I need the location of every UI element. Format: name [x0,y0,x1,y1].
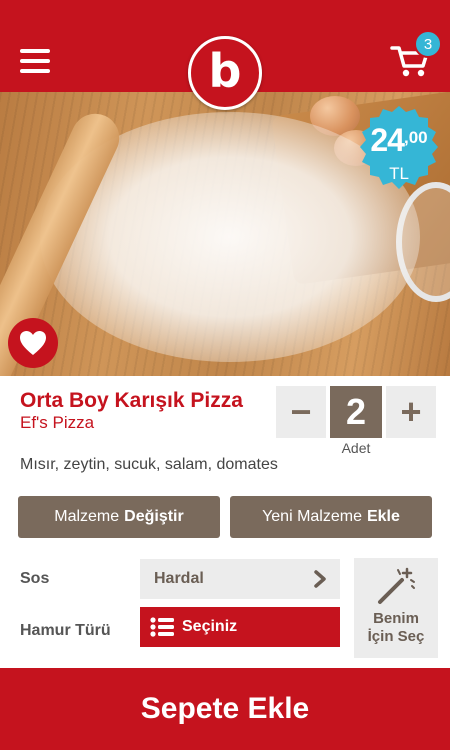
menu-icon[interactable] [20,49,50,73]
product-description: Mısır, zeytin, sucuk, salam, domates [20,456,278,473]
change-ingredients-bold: Değiştir [124,508,184,525]
add-ingredient-prefix: Yeni Malzeme [262,508,362,525]
favorite-button[interactable] [8,318,58,368]
sauce-value: Hardal [154,570,204,587]
dough-type-label: Hamur Türü [20,622,111,639]
cart-count-badge: 3 [414,30,442,58]
quantity-stepper: − 2 + [276,386,436,438]
product-title: Orta Boy Karışık Pizza [20,389,243,412]
magic-wand-icon [378,567,415,604]
decrease-quantity-button[interactable]: − [276,386,326,438]
logo-letter: b [208,44,242,98]
add-ingredient-bold: Ekle [366,508,400,525]
price-currency: TL [389,164,409,183]
heart-icon [20,331,46,355]
add-ingredient-button[interactable]: Yeni Malzeme Ekle [230,496,432,538]
choose-for-me-line2: İçin Seç [367,628,425,645]
quantity-value: 2 [330,386,382,438]
quantity-label: Adet [341,440,371,456]
list-icon [150,617,174,637]
change-ingredients-button[interactable]: Malzeme Değiştir [18,496,220,538]
price-cents: ,00 [403,128,428,147]
price-main: 24 [370,122,405,158]
sauce-select[interactable]: Hardal [140,559,340,599]
sauce-label: Sos [20,570,50,587]
change-ingredients-prefix: Malzeme [54,508,120,525]
dough-type-select[interactable]: Seçiniz [140,607,340,647]
choose-for-me-label: Benim İçin Seç [354,610,438,646]
choose-for-me-button[interactable]: Benim İçin Seç [354,558,438,658]
restaurant-name[interactable]: Ef's Pizza [20,413,94,433]
dough-type-value: Seçiniz [182,618,238,635]
increase-quantity-button[interactable]: + [386,386,436,438]
chevron-right-icon [314,570,326,588]
add-to-cart-button[interactable]: Sepete Ekle [0,668,450,750]
price-amount: 24,00 [354,122,444,159]
brand-logo[interactable]: b [188,36,262,110]
choose-for-me-line1: Benim [373,610,419,627]
